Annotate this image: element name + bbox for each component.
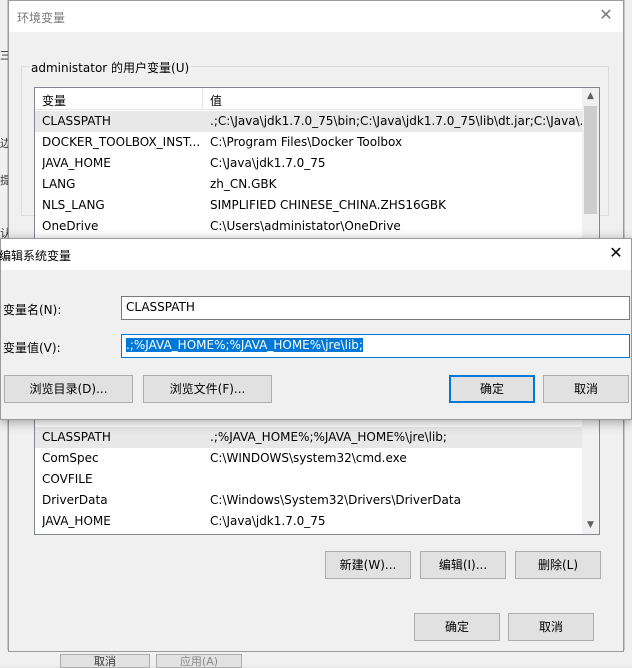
var-name: NLS_LANG — [42, 198, 105, 212]
column-header-variable[interactable]: 变量 — [35, 88, 203, 110]
var-name: CLASSPATH — [42, 430, 111, 444]
edit-system-variable-dialog: 编辑系统变量 ✕ 变量名(N): CLASSPATH 变量值(V): .;%JA… — [0, 238, 632, 420]
var-value: C:\Java\jdk1.7.0_75 — [210, 514, 326, 528]
env-window-title: 环境变量 — [17, 11, 66, 25]
list-item[interactable]: NLS_LANG SIMPLIFIED CHINESE_CHINA.ZHS16G… — [35, 195, 599, 216]
variable-name-label: 变量名(N): — [3, 303, 62, 317]
list-item[interactable]: CLASSPATH .;%JAVA_HOME%;%JAVA_HOME%\jre\… — [35, 427, 599, 448]
variable-value-field[interactable]: .;%JAVA_HOME%;%JAVA_HOME%\jre\lib; — [121, 334, 630, 358]
var-name: JAVA_HOME — [42, 156, 111, 170]
var-value: SIMPLIFIED CHINESE_CHINA.ZHS16GBK — [210, 198, 447, 212]
scroll-up-icon[interactable]: ▲ — [582, 88, 599, 105]
edit-dialog-titlebar: 编辑系统变量 ✕ — [0, 239, 631, 270]
variable-value-label: 变量值(V): — [3, 341, 61, 355]
var-name: OneDrive — [42, 219, 99, 233]
edit-dialog-title: 编辑系统变量 — [0, 249, 72, 263]
list-item[interactable]: LANG zh_CN.GBK — [35, 174, 599, 195]
variable-value-text: .;%JAVA_HOME%;%JAVA_HOME%\jre\lib; — [126, 338, 363, 352]
variable-name-text: CLASSPATH — [126, 300, 195, 314]
var-value: .;C:\Java\jdk1.7.0_75\bin;C:\Java\jdk1.7… — [210, 114, 582, 128]
var-value: C:\Users\administator\OneDrive — [210, 219, 401, 233]
var-value: C:\Program Files\Docker Toolbox — [210, 135, 403, 149]
list-item[interactable]: DriverData C:\Windows\System32\Drivers\D… — [35, 490, 599, 511]
system-vars-scrollbar[interactable]: ▼ — [582, 406, 599, 534]
var-name: COVFILE — [42, 472, 93, 486]
user-vars-header: 变量 值 — [35, 88, 599, 110]
env-titlebar: 环境变量 ✕ — [9, 1, 623, 32]
list-item[interactable]: CLASSPATH .;C:\Java\jdk1.7.0_75\bin;C:\J… — [35, 111, 599, 132]
variable-name-field[interactable]: CLASSPATH — [121, 296, 630, 320]
column-header-value[interactable]: 值 — [203, 88, 222, 110]
user-vars-list[interactable]: 变量 值 CLASSPATH .;C:\Java\jdk1.7.0_75\bin… — [34, 87, 600, 239]
user-vars-label: administator 的用户变量(U) — [29, 59, 192, 76]
close-icon[interactable]: ✕ — [597, 6, 615, 24]
edit-cancel-button[interactable]: 取消 — [543, 375, 629, 403]
var-name: DOCKER_TOOLBOX_INST... — [42, 135, 201, 149]
var-name: JAVA_HOME — [42, 514, 111, 528]
var-value: C:\Java\jdk1.7.0_75 — [210, 156, 326, 170]
close-icon[interactable]: ✕ — [607, 244, 625, 262]
list-item[interactable]: DOCKER_TOOLBOX_INST... C:\Program Files\… — [35, 132, 599, 153]
user-vars-scrollbar[interactable]: ▲ — [582, 88, 599, 238]
var-name: CLASSPATH — [42, 114, 111, 128]
list-item[interactable]: JAVA_HOME C:\Java\jdk1.7.0_75 — [35, 153, 599, 174]
ok-button[interactable]: 确定 — [414, 613, 500, 641]
var-value: zh_CN.GBK — [210, 177, 277, 191]
scroll-thumb[interactable] — [584, 106, 597, 214]
var-value: C:\Windows\System32\Drivers\DriverData — [210, 493, 461, 507]
scroll-down-icon[interactable]: ▼ — [582, 517, 599, 534]
var-name: DriverData — [42, 493, 108, 507]
var-name: LANG — [42, 177, 76, 191]
cancel-button[interactable]: 取消 — [508, 613, 594, 641]
var-value: .;%JAVA_HOME%;%JAVA_HOME%\jre\lib; — [210, 430, 447, 444]
delete-button[interactable]: 删除(L) — [515, 551, 601, 579]
edit-ok-button[interactable]: 确定 — [449, 375, 535, 403]
list-item[interactable]: COVFILE — [35, 469, 599, 490]
list-item[interactable]: ComSpec C:\WINDOWS\system32\cmd.exe — [35, 448, 599, 469]
edit-button[interactable]: 编辑(I)... — [420, 551, 506, 579]
var-value: C:\WINDOWS\system32\cmd.exe — [210, 451, 407, 465]
browse-directory-button[interactable]: 浏览目录(D)... — [4, 375, 133, 403]
list-item[interactable]: JAVA_HOME C:\Java\jdk1.7.0_75 — [35, 511, 599, 532]
list-item[interactable]: OneDrive C:\Users\administator\OneDrive — [35, 216, 599, 237]
var-name: ComSpec — [42, 451, 99, 465]
system-vars-list[interactable]: CLASSPATH .;%JAVA_HOME%;%JAVA_HOME%\jre\… — [34, 405, 600, 535]
new-button[interactable]: 新建(W)... — [325, 551, 411, 579]
browse-file-button[interactable]: 浏览文件(F)... — [143, 375, 272, 403]
